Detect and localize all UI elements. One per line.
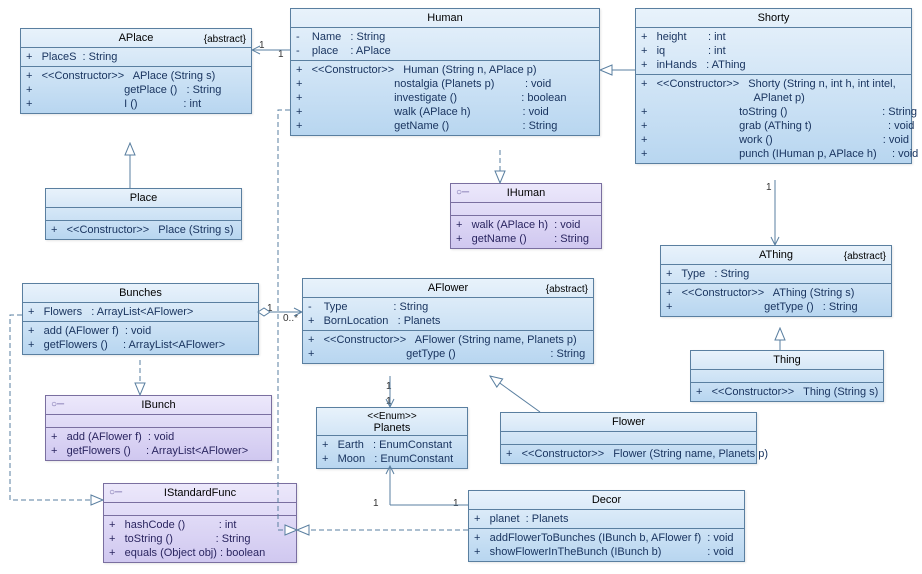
class-title: AThing bbox=[759, 249, 793, 261]
op: + walk (APlace h) : void bbox=[296, 105, 594, 119]
attr: + iq : int bbox=[641, 44, 906, 58]
class-title: Thing bbox=[773, 354, 801, 366]
op: + walk (APlace h) : void bbox=[456, 218, 596, 232]
op: + <<Constructor>> Shorty (String n, int … bbox=[641, 77, 906, 91]
op: + toString () : String bbox=[641, 105, 906, 119]
op: + work () : void bbox=[641, 133, 906, 147]
op: + getType () : String bbox=[666, 300, 886, 314]
interface-istandardfunc: ○─ IStandardFunc + hashCode () : int + to… bbox=[103, 483, 297, 563]
class-title: Planets bbox=[374, 422, 411, 434]
op: + investigate () : boolean bbox=[296, 91, 594, 105]
class-title: Human bbox=[427, 12, 462, 24]
op: + add (AFlower f) : void bbox=[28, 324, 253, 338]
op: + addFlowerToBunches (IBunch b, AFlower … bbox=[474, 531, 739, 545]
op: + I () : int bbox=[26, 97, 246, 111]
abstract-tag: {abstract} bbox=[546, 284, 588, 295]
attr: + PlaceS : String bbox=[26, 50, 246, 64]
class-title: IHuman bbox=[507, 187, 546, 199]
class-flower: Flower + <<Constructor>> Flower (String … bbox=[500, 412, 757, 464]
op: + getType () : String bbox=[308, 347, 588, 361]
attr: + Moon : EnumConstant bbox=[322, 452, 462, 466]
attr: + Earth : EnumConstant bbox=[322, 438, 462, 452]
class-thing: Thing + <<Constructor>> Thing (String s) bbox=[690, 350, 884, 402]
op: + hashCode () : int bbox=[109, 518, 291, 532]
op: + nostalgia (Planets p) : void bbox=[296, 77, 594, 91]
op: + getPlace () : String bbox=[26, 83, 246, 97]
lollipop-icon: ○─ bbox=[51, 399, 64, 410]
attr: + inHands : AThing bbox=[641, 58, 906, 72]
op: + <<Constructor>> AFlower (String name, … bbox=[308, 333, 588, 347]
op: + grab (AThing t) : void bbox=[641, 119, 906, 133]
class-title: Decor bbox=[592, 494, 621, 506]
attr: + height : int bbox=[641, 30, 906, 44]
multiplicity: 1 bbox=[267, 303, 273, 314]
class-shorty: Shorty + height : int + iq : int + inHan… bbox=[635, 8, 912, 164]
enum-planets: <<Enum>> Planets + Earth : EnumConstant … bbox=[316, 407, 468, 469]
multiplicity: 1 bbox=[278, 49, 284, 60]
op: + getName () : String bbox=[456, 232, 596, 246]
op: + equals (Object obj) : boolean bbox=[109, 546, 291, 560]
attr: - place : APlace bbox=[296, 44, 594, 58]
op: + getName () : String bbox=[296, 119, 594, 133]
op: + <<Constructor>> AThing (String s) bbox=[666, 286, 886, 300]
multiplicity: 1 bbox=[766, 182, 772, 193]
class-title: APlace bbox=[119, 32, 154, 44]
multiplicity: 1 bbox=[453, 498, 459, 509]
attr: + Flowers : ArrayList<AFlower> bbox=[28, 305, 253, 319]
enum-stereo: <<Enum>> bbox=[322, 411, 462, 422]
op: + <<Constructor>> APlace (String s) bbox=[26, 69, 246, 83]
op: + <<Constructor>> Thing (String s) bbox=[696, 385, 878, 399]
attr: - Name : String bbox=[296, 30, 594, 44]
abstract-tag: {abstract} bbox=[844, 251, 886, 262]
op: + getFlowers () : ArrayList<AFlower> bbox=[51, 444, 266, 458]
attr: + BornLocation : Planets bbox=[308, 314, 588, 328]
interface-ibunch: ○─ IBunch + add (AFlower f) : void + getF… bbox=[45, 395, 272, 461]
multiplicity: 1 bbox=[386, 381, 392, 392]
attr: - Type : String bbox=[308, 300, 588, 314]
class-bunches: Bunches + Flowers : ArrayList<AFlower> +… bbox=[22, 283, 259, 355]
class-title: Bunches bbox=[119, 287, 162, 299]
op: + add (AFlower f) : void bbox=[51, 430, 266, 444]
class-title: Flower bbox=[612, 416, 645, 428]
multiplicity: 0..* bbox=[283, 313, 298, 324]
op: + <<Constructor>> Flower (String name, P… bbox=[506, 447, 751, 461]
op: + showFlowerInTheBunch (IBunch b) : void bbox=[474, 545, 739, 559]
class-title: AFlower bbox=[428, 282, 468, 294]
lollipop-icon: ○─ bbox=[109, 487, 122, 498]
class-aplace: APlace {abstract} + PlaceS : String + <<C… bbox=[20, 28, 252, 114]
class-title: Shorty bbox=[758, 12, 790, 24]
class-athing: AThing {abstract} + Type : String + <<Con… bbox=[660, 245, 892, 317]
class-decor: Decor + planet : Planets + addFlowerToBu… bbox=[468, 490, 745, 562]
op: + getFlowers () : ArrayList<AFlower> bbox=[28, 338, 253, 352]
multiplicity: 1 bbox=[373, 498, 379, 509]
abstract-tag: {abstract} bbox=[204, 34, 246, 45]
op: + <<Constructor>> Place (String s) bbox=[51, 223, 236, 237]
multiplicity: 1 bbox=[259, 40, 265, 51]
class-title: IStandardFunc bbox=[164, 487, 236, 499]
op: + punch (IHuman p, APlace h) : void bbox=[641, 147, 906, 161]
lollipop-icon: ○─ bbox=[456, 187, 469, 198]
op: + toString () : String bbox=[109, 532, 291, 546]
class-human: Human - Name : String - place : APlace +… bbox=[290, 8, 600, 136]
op: APlanet p) bbox=[641, 91, 906, 105]
attr: + Type : String bbox=[666, 267, 886, 281]
op: + <<Constructor>> Human (String n, APlac… bbox=[296, 63, 594, 77]
class-title: Place bbox=[130, 192, 158, 204]
multiplicity: 1 bbox=[386, 396, 392, 407]
class-place: Place + <<Constructor>> Place (String s) bbox=[45, 188, 242, 240]
attr: + planet : Planets bbox=[474, 512, 739, 526]
class-aflower: AFlower {abstract} - Type : String + Born… bbox=[302, 278, 594, 364]
interface-ihuman: ○─ IHuman + walk (APlace h) : void + getN… bbox=[450, 183, 602, 249]
class-title: IBunch bbox=[141, 399, 175, 411]
